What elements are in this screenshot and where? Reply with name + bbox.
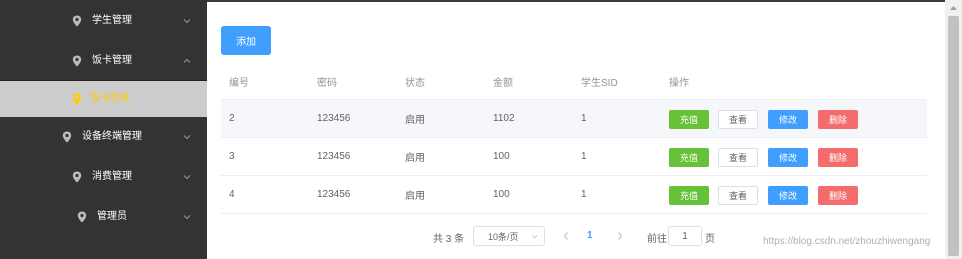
- sidebar-item-label: 学生管理: [92, 15, 132, 26]
- cell-id: 2: [229, 113, 235, 124]
- goto-page-input[interactable]: [668, 226, 702, 246]
- next-page-icon[interactable]: [615, 229, 625, 243]
- sidebar-item-card-management[interactable]: 饭卡管理: [0, 41, 207, 81]
- watermark: https://blog.csdn.net/zhouzhiwengang: [763, 236, 931, 247]
- edit-button[interactable]: 修改: [768, 148, 808, 167]
- column-header-password: 密码: [317, 78, 337, 89]
- chevron-down-icon: [183, 19, 191, 24]
- sidebar-item-consumption-management[interactable]: 消费管理: [0, 157, 207, 197]
- sidebar-item-label: 消费管理: [92, 171, 132, 182]
- main-content: 添加 编号 密码 状态 金额 学生SID 操作 2 123456 启用 1102…: [207, 2, 945, 259]
- cell-password: 123456: [317, 189, 351, 200]
- chevron-down-icon: [183, 175, 191, 180]
- sidebar-item-card-info[interactable]: 饭卡信息: [0, 81, 207, 117]
- add-button[interactable]: 添加: [221, 26, 271, 55]
- page-suffix: 页: [705, 234, 715, 245]
- sidebar: 学生管理 饭卡管理 饭卡信息 设备终端管理 消费管理 管理员: [0, 0, 207, 259]
- cell-status: 启用: [405, 115, 425, 126]
- table-row[interactable]: 4 123456 启用 100 1 充值 查看 修改 删除: [221, 176, 927, 214]
- cell-status: 启用: [405, 153, 425, 164]
- chevron-down-icon: [531, 234, 538, 239]
- cell-id: 3: [229, 151, 235, 162]
- scroll-up-arrow-icon[interactable]: [949, 4, 958, 12]
- cell-student-sid: 1: [581, 151, 587, 162]
- scrollbar[interactable]: [945, 0, 962, 259]
- column-header-student-sid: 学生SID: [581, 78, 618, 89]
- sidebar-item-label: 饭卡管理: [92, 55, 132, 66]
- cell-student-sid: 1: [581, 113, 587, 124]
- delete-button[interactable]: 删除: [818, 148, 858, 167]
- view-button[interactable]: 查看: [718, 148, 758, 167]
- page-size-select[interactable]: 10条/页: [473, 226, 545, 246]
- cell-password: 123456: [317, 151, 351, 162]
- column-header-amount: 金额: [493, 78, 513, 89]
- edit-button[interactable]: 修改: [768, 110, 808, 129]
- page-number-current[interactable]: 1: [587, 230, 593, 241]
- chevron-down-icon: [183, 135, 191, 140]
- cell-student-sid: 1: [581, 189, 587, 200]
- sidebar-item-admin[interactable]: 管理员: [0, 197, 207, 237]
- location-pin-icon: [62, 131, 72, 143]
- goto-label: 前往: [647, 234, 667, 245]
- delete-button[interactable]: 删除: [818, 186, 858, 205]
- delete-button[interactable]: 删除: [818, 110, 858, 129]
- cell-amount: 100: [493, 189, 510, 200]
- scrollbar-thumb[interactable]: [948, 16, 959, 256]
- pagination-total: 共 3 条: [433, 234, 465, 245]
- recharge-button[interactable]: 充值: [669, 186, 709, 205]
- recharge-button[interactable]: 充值: [669, 110, 709, 129]
- sidebar-item-label: 设备终端管理: [82, 131, 142, 142]
- sidebar-item-student-management[interactable]: 学生管理: [0, 1, 207, 41]
- view-button[interactable]: 查看: [718, 186, 758, 205]
- cell-password: 123456: [317, 113, 351, 124]
- cell-id: 4: [229, 189, 235, 200]
- table-row[interactable]: 3 123456 启用 100 1 充值 查看 修改 删除: [221, 138, 927, 176]
- recharge-button[interactable]: 充值: [669, 148, 709, 167]
- page-size-value: 10条/页: [488, 231, 519, 242]
- table-header: 编号 密码 状态 金额 学生SID 操作: [221, 64, 927, 100]
- cell-amount: 1102: [493, 113, 515, 124]
- cell-status: 启用: [405, 191, 425, 202]
- location-pin-icon: [77, 211, 87, 223]
- location-pin-icon: [72, 93, 82, 105]
- location-pin-icon: [72, 55, 82, 67]
- table-row[interactable]: 2 123456 启用 1102 1 充值 查看 修改 删除: [221, 100, 927, 138]
- column-header-actions: 操作: [669, 78, 689, 89]
- chevron-up-icon: [183, 58, 191, 63]
- chevron-down-icon: [183, 215, 191, 220]
- column-header-id: 编号: [229, 78, 249, 89]
- sidebar-item-device-management[interactable]: 设备终端管理: [0, 117, 207, 157]
- view-button[interactable]: 查看: [718, 110, 758, 129]
- edit-button[interactable]: 修改: [768, 186, 808, 205]
- location-pin-icon: [72, 15, 82, 27]
- prev-page-icon[interactable]: [561, 229, 571, 243]
- sidebar-item-label: 饭卡信息: [90, 93, 130, 104]
- column-header-status: 状态: [405, 78, 425, 89]
- cell-amount: 100: [493, 151, 510, 162]
- sidebar-item-label: 管理员: [97, 211, 127, 222]
- location-pin-icon: [72, 171, 82, 183]
